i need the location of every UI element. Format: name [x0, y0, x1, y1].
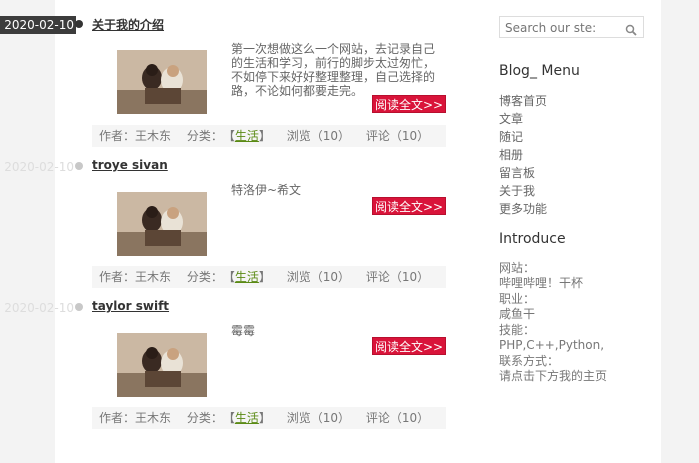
post-title-link[interactable]: troye sivan	[92, 158, 168, 172]
post-thumbnail[interactable]	[117, 333, 207, 397]
category-label: 分类：	[186, 411, 223, 425]
post-thumbnail[interactable]	[117, 192, 207, 256]
bracket-open: 【	[222, 411, 235, 425]
intro-value: PHP,C++,Python,	[499, 338, 605, 352]
post-excerpt: 霉霉	[231, 324, 256, 338]
comments-count: 评论（10）	[365, 270, 430, 284]
post-date: 2020-02-10	[0, 16, 76, 34]
author-name: 王木东	[135, 129, 172, 143]
post-meta: 作者：王木东 分类：【生活】 浏览（10） 评论（10）	[92, 125, 446, 147]
read-more-button[interactable]: 阅读全文>>	[372, 197, 446, 215]
sidebar-menu: 博客首页 文章 随记 相册 留言板 关于我 更多功能	[499, 92, 547, 218]
post-date: 2020-02-10	[4, 160, 74, 174]
magnifier-icon[interactable]	[625, 21, 637, 40]
author-label: 作者：	[99, 270, 136, 284]
author-name: 王木东	[135, 411, 172, 425]
intro-value[interactable]: 请点击下方我的主页	[499, 369, 607, 384]
menu-item-home[interactable]: 博客首页	[499, 92, 547, 110]
bracket-open: 【	[222, 129, 235, 143]
timeline-dot	[75, 303, 83, 311]
menu-item-guestbook[interactable]: 留言板	[499, 164, 547, 182]
views-count: 浏览（10）	[286, 270, 351, 284]
menu-heading: Blog_ Menu	[499, 63, 580, 79]
category-link[interactable]: 生活	[235, 407, 259, 429]
post-title-link[interactable]: taylor swift	[92, 299, 169, 313]
intro-label: 网站：	[499, 261, 536, 275]
menu-item-more[interactable]: 更多功能	[499, 200, 547, 218]
intro-section: 网站： 哔哩哔哩！干杯 职业： 咸鱼干 技能： PHP,C++,Python, …	[499, 261, 607, 385]
intro-heading: Introduce	[499, 231, 566, 247]
timeline-dot	[75, 20, 83, 28]
post-excerpt: 特洛伊~希文	[231, 183, 302, 197]
menu-item-about[interactable]: 关于我	[499, 182, 547, 200]
read-more-button[interactable]: 阅读全文>>	[372, 95, 446, 113]
post-thumbnail[interactable]	[117, 50, 207, 114]
bracket-close: 】	[258, 129, 271, 143]
intro-label: 联系方式：	[499, 354, 560, 368]
search-box[interactable]	[499, 16, 644, 40]
bracket-close: 】	[258, 270, 271, 284]
category-link[interactable]: 生活	[235, 125, 259, 147]
post-title-link[interactable]: 关于我的介绍	[92, 16, 164, 33]
comments-count: 评论（10）	[365, 411, 430, 425]
author-label: 作者：	[99, 411, 136, 425]
menu-item-album[interactable]: 相册	[499, 146, 547, 164]
intro-label: 技能：	[499, 323, 536, 337]
intro-value: 哔哩哔哩！干杯	[499, 276, 584, 290]
category-label: 分类：	[186, 270, 223, 284]
author-name: 王木东	[135, 270, 172, 284]
read-more-button[interactable]: 阅读全文>>	[372, 337, 446, 355]
bracket-open: 【	[222, 270, 235, 284]
post-meta: 作者：王木东 分类：【生活】 浏览（10） 评论（10）	[92, 407, 446, 429]
menu-item-articles[interactable]: 文章	[499, 110, 547, 128]
author-label: 作者：	[99, 129, 136, 143]
category-label: 分类：	[186, 129, 223, 143]
timeline-dot	[75, 162, 83, 170]
menu-item-notes[interactable]: 随记	[499, 128, 547, 146]
post-meta: 作者：王木东 分类：【生活】 浏览（10） 评论（10）	[92, 266, 446, 288]
intro-value: 咸鱼干	[499, 307, 536, 321]
intro-label: 职业：	[499, 292, 536, 306]
search-input[interactable]	[503, 17, 625, 39]
post-date: 2020-02-10	[4, 301, 74, 315]
views-count: 浏览（10）	[286, 129, 351, 143]
views-count: 浏览（10）	[286, 411, 351, 425]
bracket-close: 】	[258, 411, 271, 425]
category-link[interactable]: 生活	[235, 266, 259, 288]
post-excerpt: 第一次想做这么一个网站，去记录自己的生活和学习，前行的脚步太过匆忙，不如停下来好…	[231, 42, 436, 98]
comments-count: 评论（10）	[365, 129, 430, 143]
